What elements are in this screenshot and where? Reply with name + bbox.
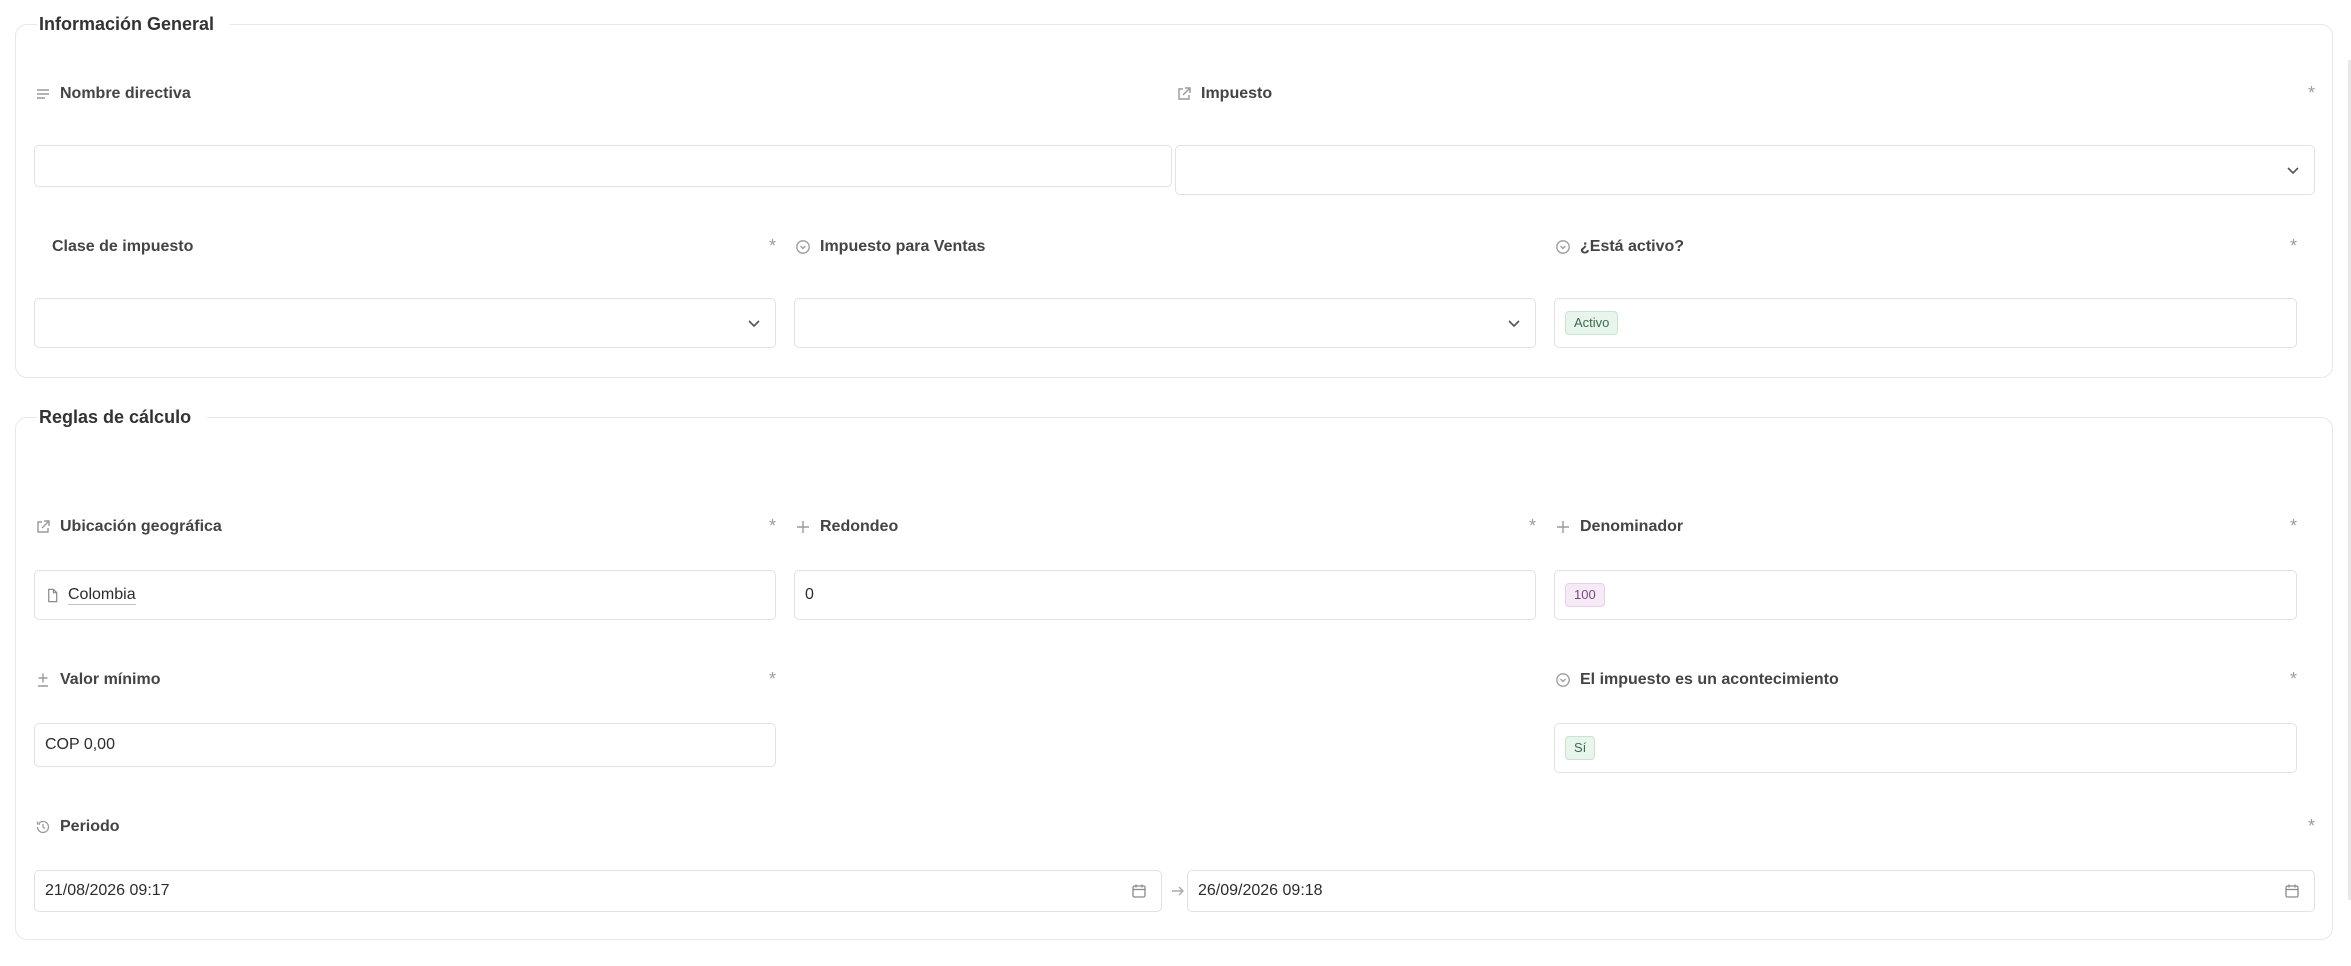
required-asterisk: * bbox=[2307, 83, 2315, 103]
field-label: Nombre directiva bbox=[60, 85, 191, 102]
document-icon bbox=[48, 588, 58, 602]
redondeo-input[interactable]: 0 bbox=[794, 570, 1536, 620]
required-asterisk: * bbox=[768, 669, 776, 689]
required-asterisk: * bbox=[2289, 516, 2297, 536]
check-circle-icon bbox=[1554, 671, 1572, 689]
ubicacion-link[interactable]: Colombia bbox=[45, 586, 136, 605]
chevron-down-icon[interactable] bbox=[1505, 314, 1523, 332]
field-label: Impuesto para Ventas bbox=[820, 238, 986, 255]
required-asterisk: * bbox=[2289, 236, 2297, 256]
external-link-icon bbox=[1175, 85, 1193, 103]
status-badge: Sí bbox=[1565, 736, 1596, 760]
arrow-right-icon bbox=[1170, 883, 1186, 899]
field-label: Valor mínimo bbox=[60, 671, 161, 688]
field-label: ¿Está activo? bbox=[1580, 238, 1685, 255]
required-asterisk: * bbox=[768, 516, 776, 536]
field-esta-activo: ¿Está activo? * Activo bbox=[1554, 234, 2297, 348]
field-label: Periodo bbox=[60, 818, 120, 835]
external-link-icon bbox=[34, 518, 52, 536]
check-circle-icon bbox=[1554, 238, 1572, 256]
field-nombre-directiva: Nombre directiva bbox=[34, 81, 1172, 187]
acontecimiento-select[interactable]: Sí bbox=[1554, 723, 2297, 773]
field-label: Denominador bbox=[1580, 518, 1684, 535]
field-denominador: Denominador * 100 bbox=[1554, 514, 2297, 620]
field-label: El impuesto es un acontecimiento bbox=[1580, 671, 1839, 688]
impuesto-ventas-select[interactable] bbox=[794, 298, 1536, 348]
clase-impuesto-select[interactable] bbox=[34, 298, 776, 348]
field-clase-impuesto: Clase de impuesto * bbox=[34, 234, 776, 348]
required-asterisk: * bbox=[768, 236, 776, 256]
plus-icon bbox=[1554, 518, 1572, 536]
text-lines-icon bbox=[34, 85, 52, 103]
denominador-input[interactable]: 100 bbox=[1554, 570, 2297, 620]
nombre-directiva-input[interactable] bbox=[34, 145, 1172, 187]
value-badge: 100 bbox=[1565, 583, 1605, 607]
field-label: Redondeo bbox=[820, 518, 899, 535]
required-asterisk: * bbox=[1528, 516, 1536, 536]
impuesto-select[interactable] bbox=[1175, 145, 2315, 195]
section-reglas-calculo: Reglas de cálculo Ubicación geográfica *… bbox=[15, 404, 2333, 940]
status-badge: Activo bbox=[1565, 311, 1619, 335]
check-circle-icon bbox=[794, 238, 812, 256]
calendar-icon[interactable] bbox=[2284, 883, 2300, 899]
section-title: Información General bbox=[37, 11, 231, 37]
plus-minus-icon bbox=[34, 671, 52, 689]
field-label: Impuesto bbox=[1201, 85, 1273, 102]
section-title: Reglas de cálculo bbox=[37, 404, 208, 430]
field-label: Clase de impuesto bbox=[52, 238, 194, 255]
field-ubicacion-geografica: Ubicación geográfica * Colombia bbox=[34, 514, 776, 620]
field-redondeo: Redondeo * 0 bbox=[794, 514, 1536, 620]
field-acontecimiento: El impuesto es un acontecimiento * Sí bbox=[1554, 667, 2297, 773]
periodo-start-input[interactable]: 21/08/2026 09:17 bbox=[34, 870, 1162, 912]
periodo-end-input[interactable]: 26/09/2026 09:18 bbox=[1187, 870, 2315, 912]
section-informacion-general: Información General Nombre directiva Imp… bbox=[15, 11, 2333, 378]
required-asterisk: * bbox=[2289, 669, 2297, 689]
required-asterisk: * bbox=[2307, 816, 2315, 836]
chevron-down-icon[interactable] bbox=[2284, 161, 2302, 179]
calendar-icon[interactable] bbox=[1131, 883, 1147, 899]
esta-activo-select[interactable]: Activo bbox=[1554, 298, 2297, 348]
valor-minimo-input[interactable]: COP 0,00 bbox=[34, 723, 776, 767]
field-impuesto: Impuesto * bbox=[1175, 81, 2315, 195]
chevron-down-icon[interactable] bbox=[745, 314, 763, 332]
ubicacion-input[interactable]: Colombia bbox=[34, 570, 776, 620]
field-label: Ubicación geográfica bbox=[60, 518, 222, 535]
field-valor-minimo: Valor mínimo * COP 0,00 bbox=[34, 667, 776, 767]
form-page: Información General Nombre directiva Imp… bbox=[0, 0, 2351, 966]
field-periodo: Periodo * 21/08/2026 09:17 26/09/2026 09… bbox=[34, 814, 2315, 914]
plus-icon bbox=[794, 518, 812, 536]
history-icon bbox=[34, 818, 52, 836]
field-impuesto-ventas: Impuesto para Ventas bbox=[794, 234, 1536, 348]
